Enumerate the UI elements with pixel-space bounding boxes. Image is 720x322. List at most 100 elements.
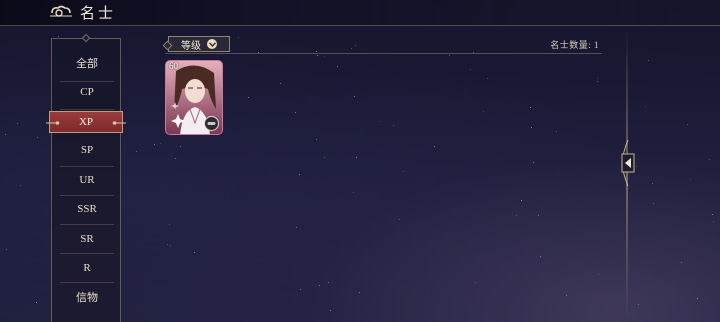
tab-label: SP xyxy=(80,144,94,156)
star-dot xyxy=(316,139,317,140)
star-dot xyxy=(645,106,646,107)
sort-label: 等级 xyxy=(181,40,201,52)
star-dot xyxy=(648,60,649,61)
star-dot xyxy=(238,37,239,38)
star-dot xyxy=(328,282,329,283)
star-dot xyxy=(681,262,682,263)
star-dot xyxy=(169,224,170,225)
star-dot xyxy=(687,124,688,125)
divider xyxy=(60,166,114,167)
star-dot xyxy=(530,107,531,108)
tab-label: SR xyxy=(80,233,94,245)
star-dot xyxy=(300,289,301,290)
star-dot xyxy=(399,219,400,220)
star-dot xyxy=(434,146,435,147)
star-dot xyxy=(180,146,181,147)
star-dot xyxy=(337,66,338,67)
star-dot xyxy=(697,298,698,299)
star-dot xyxy=(36,302,37,303)
star-dot xyxy=(37,137,38,138)
tab-label: 信物 xyxy=(76,292,98,304)
tab-label: R xyxy=(83,262,91,274)
tab-all[interactable]: 全部 xyxy=(58,52,116,74)
divider xyxy=(60,224,114,225)
tab-label: SSR xyxy=(77,203,97,215)
star-dot xyxy=(20,185,21,186)
star-dot xyxy=(355,45,356,46)
star-dot xyxy=(531,127,532,128)
top-bar: 名士 xyxy=(0,0,720,26)
star-dot xyxy=(652,183,653,184)
star-dot xyxy=(379,121,380,122)
tab-token[interactable]: 信物 xyxy=(58,286,116,308)
star-dot xyxy=(540,256,541,257)
tab-label: XP xyxy=(78,116,94,128)
star-dot xyxy=(638,304,639,305)
left-ornament-icon xyxy=(46,121,60,125)
star-dot xyxy=(690,179,691,180)
divider xyxy=(60,109,114,110)
star-dot xyxy=(167,244,168,245)
star-dot xyxy=(136,151,137,152)
star-dot xyxy=(5,134,6,135)
star-dot xyxy=(713,221,714,222)
star-dot xyxy=(170,245,171,246)
star-dot xyxy=(160,143,161,144)
star-dot xyxy=(598,274,599,275)
divider xyxy=(60,253,114,254)
star-dot xyxy=(353,192,354,193)
tab-label: UR xyxy=(79,174,95,186)
star-dot xyxy=(516,215,517,216)
star-dot xyxy=(566,295,567,296)
tab-sp[interactable]: SP xyxy=(58,139,116,161)
tab-label: 全部 xyxy=(76,58,98,70)
star-dot xyxy=(154,144,155,145)
star-dot xyxy=(597,81,598,82)
star-dot xyxy=(280,83,281,84)
star-dot xyxy=(483,111,484,112)
star-dot xyxy=(194,252,195,253)
tab-ssr[interactable]: SSR xyxy=(58,198,116,220)
divider xyxy=(60,195,114,196)
star-dot xyxy=(470,69,471,70)
star-dot xyxy=(351,48,352,49)
star-dot xyxy=(324,56,325,57)
tab-r[interactable]: R xyxy=(58,257,116,279)
star-dot xyxy=(712,214,713,215)
star-dot xyxy=(359,292,360,293)
character-card[interactable]: 60 xyxy=(165,60,223,135)
star-dot xyxy=(538,215,539,216)
star-dot xyxy=(521,200,522,201)
star-dot xyxy=(248,97,249,98)
star-dot xyxy=(317,55,318,56)
star-dot xyxy=(295,112,296,113)
star-dot xyxy=(299,174,300,175)
star-dot xyxy=(175,158,176,159)
star-dot xyxy=(316,51,317,52)
star-dot xyxy=(324,157,325,158)
page-title: 名士 xyxy=(80,6,117,22)
tab-sr[interactable]: SR xyxy=(58,228,116,250)
star-dot xyxy=(356,157,357,158)
star-dot xyxy=(319,285,320,286)
sort-dropdown[interactable]: 等级 xyxy=(168,36,230,52)
star-dot xyxy=(533,162,534,163)
star-dot xyxy=(475,282,476,283)
tab-ur[interactable]: UR xyxy=(58,169,116,191)
star-dot xyxy=(556,131,557,132)
star-dot xyxy=(449,55,450,56)
collapse-arrow-icon[interactable] xyxy=(619,140,637,186)
star-dot xyxy=(58,36,59,37)
tab-label: CP xyxy=(80,86,94,98)
chevron-down-icon xyxy=(207,39,217,49)
star-dot xyxy=(6,249,7,250)
star-dot xyxy=(17,123,18,124)
right-ornament-icon xyxy=(112,121,126,125)
star-dot xyxy=(330,310,331,311)
token-badge-icon xyxy=(204,116,219,131)
star-dot xyxy=(354,96,355,97)
tab-cp[interactable]: CP xyxy=(58,81,116,103)
star-dot xyxy=(296,227,297,228)
star-dot xyxy=(393,125,394,126)
cloud-emblem-icon xyxy=(50,5,72,17)
